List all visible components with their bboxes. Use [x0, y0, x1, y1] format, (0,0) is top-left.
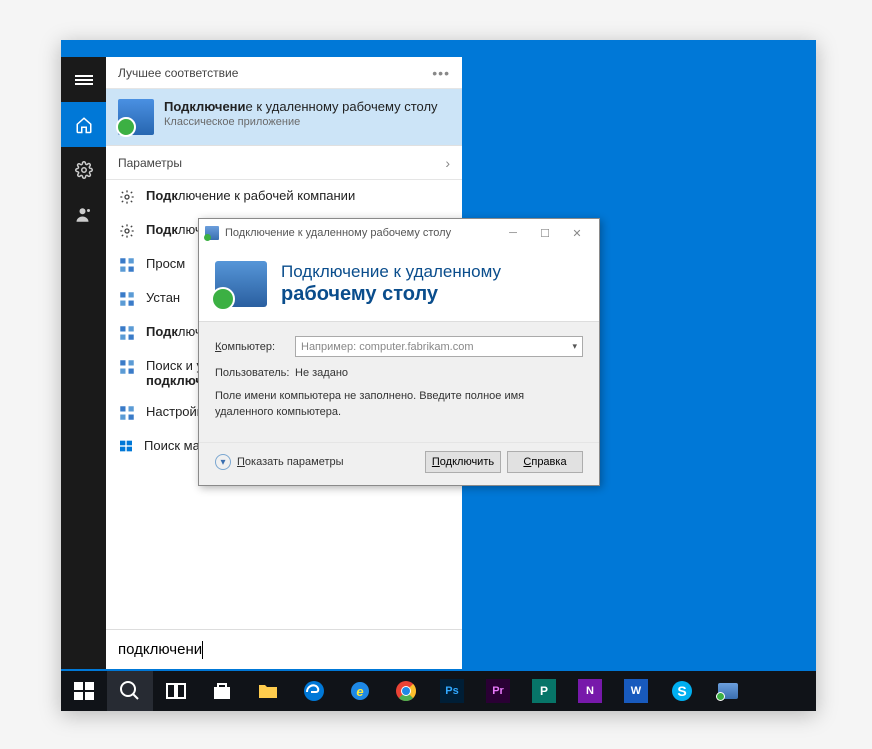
hamburger-button[interactable]	[61, 57, 106, 102]
rdp-dialog: Подключение к удаленному рабочему столу …	[198, 218, 600, 486]
maximize-button[interactable]: ☐	[529, 222, 561, 244]
rdp-message: Поле имени компьютера не заполнено. Введ…	[215, 389, 583, 420]
user-button[interactable]	[61, 192, 106, 237]
task-view-icon	[164, 679, 188, 703]
header-label: Лучшее соответствие	[118, 66, 238, 80]
help-button[interactable]: Справка	[507, 451, 583, 473]
windows-icon	[72, 679, 96, 703]
chrome-button[interactable]	[383, 671, 429, 711]
folder-icon	[256, 679, 280, 703]
photoshop-button[interactable]: Ps	[429, 671, 475, 711]
best-match-item[interactable]: Подключение к удаленному рабочему столу …	[106, 89, 462, 146]
word-icon: W	[624, 679, 648, 703]
search-box[interactable]: подключени	[106, 629, 462, 669]
settings-button[interactable]	[61, 147, 106, 192]
user-value: Не задано	[295, 367, 348, 379]
user-label: Пользователь:	[215, 367, 295, 379]
edge-button[interactable]	[291, 671, 337, 711]
tiles-icon	[118, 256, 136, 274]
store-button[interactable]	[199, 671, 245, 711]
search-button[interactable]	[107, 671, 153, 711]
publisher-button[interactable]: P	[521, 671, 567, 711]
computer-combobox[interactable]: Например: computer.fabrikam.com ▾	[295, 336, 583, 357]
onenote-icon: N	[578, 679, 602, 703]
home-button[interactable]	[61, 102, 106, 147]
connect-button[interactable]: Подключить	[425, 451, 501, 473]
svg-text:S: S	[677, 683, 686, 699]
close-button[interactable]: ✕	[561, 222, 593, 244]
gear-icon	[118, 222, 136, 240]
banner-line2: рабочему столу	[281, 282, 501, 307]
home-icon	[75, 116, 93, 134]
chrome-icon	[394, 679, 418, 703]
minimize-button[interactable]: ─	[497, 222, 529, 244]
premiere-button[interactable]: Pr	[475, 671, 521, 711]
rdp-title-text: Подключение к удаленному рабочему столу	[225, 227, 451, 239]
best-match-header: Лучшее соответствие •••	[106, 57, 462, 89]
rdp-icon	[718, 683, 738, 699]
chevron-down-icon: ▾	[572, 341, 577, 352]
ps-icon: Ps	[440, 679, 464, 703]
best-match-text: Подключение к удаленному рабочему столу …	[164, 99, 438, 135]
edge-icon	[302, 679, 326, 703]
computer-label: Компьютер:	[215, 341, 295, 353]
win-icon	[118, 438, 134, 454]
rdp-banner: Подключение к удаленному рабочему столу	[199, 247, 599, 322]
search-icon	[118, 679, 142, 703]
ie-button[interactable]: e	[337, 671, 383, 711]
pub-icon: P	[532, 679, 556, 703]
start-button[interactable]	[61, 671, 107, 711]
pr-icon: Pr	[486, 679, 510, 703]
onenote-button[interactable]: N	[567, 671, 613, 711]
skype-icon: S	[670, 679, 694, 703]
expand-icon: ▾	[215, 454, 231, 470]
chevron-right-icon: ›	[445, 155, 450, 171]
ie-icon: e	[348, 679, 372, 703]
tiles-icon	[118, 404, 136, 422]
gear-icon	[118, 188, 136, 206]
start-sidebar	[61, 57, 106, 669]
svg-text:e: e	[356, 684, 363, 699]
gear-icon	[75, 161, 93, 179]
taskbar: e Ps Pr P N W S	[61, 671, 816, 711]
rdp-title-icon	[205, 226, 219, 240]
tiles-icon	[118, 324, 136, 342]
word-button[interactable]: W	[613, 671, 659, 711]
more-button[interactable]: •••	[432, 65, 450, 81]
banner-line1: Подключение к удаленному	[281, 261, 501, 282]
rdp-titlebar[interactable]: Подключение к удаленному рабочему столу …	[199, 219, 599, 247]
rdp-banner-icon	[215, 261, 267, 307]
store-icon	[210, 679, 234, 703]
rdp-taskbar-button[interactable]	[705, 671, 751, 711]
tiles-icon	[118, 358, 136, 376]
user-row: Пользователь: Не задано	[215, 367, 583, 379]
user-icon	[75, 206, 93, 224]
explorer-button[interactable]	[245, 671, 291, 711]
rdp-app-icon	[118, 99, 154, 135]
show-options-button[interactable]: ▾ Показать параметры	[215, 454, 344, 470]
desktop: Лучшее соответствие ••• Подключение к уд…	[61, 40, 816, 711]
tiles-icon	[118, 290, 136, 308]
settings-section-header[interactable]: Параметры ›	[106, 146, 462, 180]
computer-row: Компьютер: Например: computer.fabrikam.c…	[215, 336, 583, 357]
skype-button[interactable]: S	[659, 671, 705, 711]
result-item[interactable]: Подключение к рабочей компании	[106, 180, 462, 214]
task-view-button[interactable]	[153, 671, 199, 711]
